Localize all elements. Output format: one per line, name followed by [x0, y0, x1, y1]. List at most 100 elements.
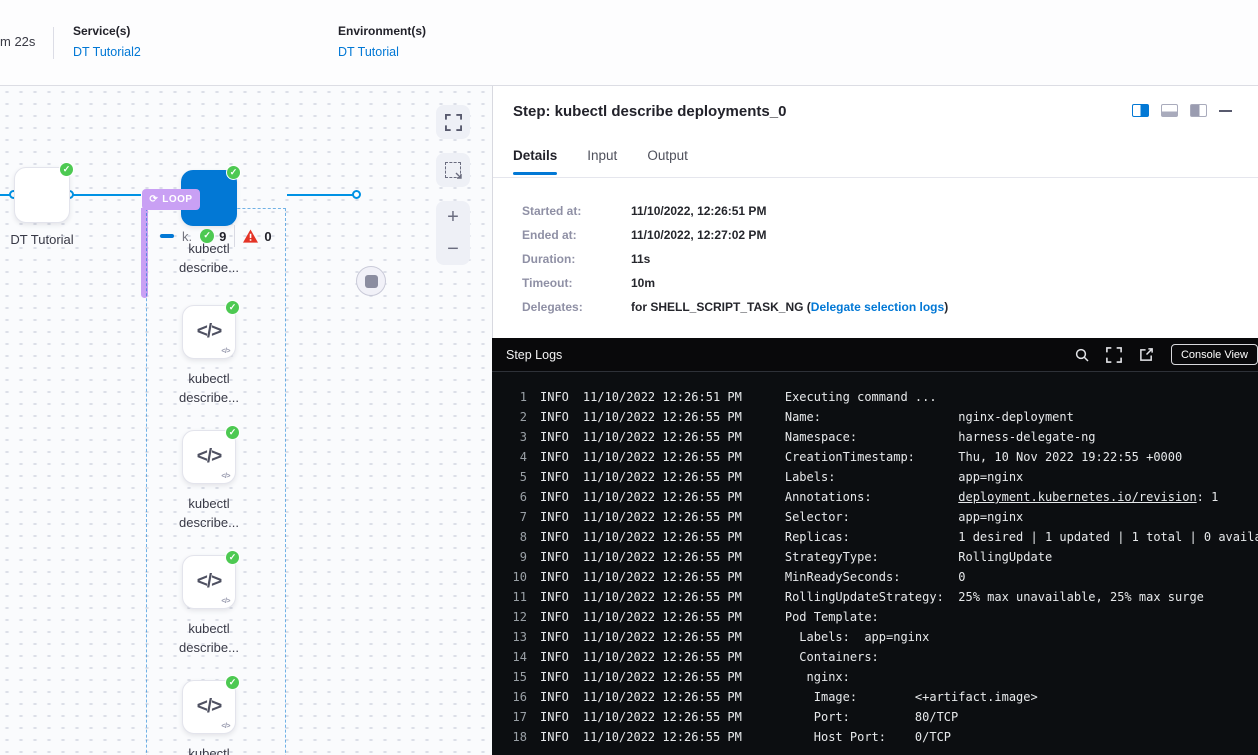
loop-group-header: k. ✓ 9 0	[160, 223, 272, 249]
edge-loop-to-end	[287, 194, 358, 196]
collapse-group-button[interactable]	[160, 234, 174, 238]
log-line: 17INFO11/10/2022 12:26:55 PM Port: 80/TC…	[505, 710, 1258, 730]
log-message: Annotations: deployment.kubernetes.io/re…	[785, 490, 1219, 504]
environment-link[interactable]: DT Tutorial	[338, 45, 426, 59]
log-link[interactable]: deployment.kubernetes.io/revision	[958, 490, 1196, 504]
service-link[interactable]: DT Tutorial2	[73, 45, 141, 59]
log-line-number: 9	[505, 550, 527, 564]
zoom-in-button[interactable]: +	[436, 201, 470, 233]
log-line-number: 3	[505, 430, 527, 444]
log-message: Selector: app=nginx	[785, 510, 1023, 524]
log-timestamp: 11/10/2022 12:26:55 PM	[583, 490, 742, 504]
log-level: INFO	[540, 590, 569, 604]
log-timestamp: 11/10/2022 12:26:55 PM	[583, 590, 742, 604]
log-message: Host Port: 0/TCP	[785, 730, 951, 744]
tab-input[interactable]: Input	[587, 148, 617, 175]
failed-count: 0	[264, 229, 271, 244]
layout-bottom-panel-icon[interactable]	[1161, 104, 1178, 117]
log-line: 15INFO11/10/2022 12:26:55 PM nginx:	[505, 670, 1258, 690]
topbar-divider	[53, 27, 54, 59]
external-link-icon	[1139, 347, 1154, 362]
stage-node-label: DT Tutorial	[0, 230, 112, 249]
log-level: INFO	[540, 470, 569, 484]
log-line-number: 10	[505, 570, 527, 584]
loop-icon: ⟳	[149, 194, 158, 205]
log-line: 11 INFO 11/10/2022 12:26:55 PM RollingUpdat…	[505, 590, 1258, 610]
log-level: INFO	[540, 410, 569, 424]
log-timestamp: 11/10/2022 12:26:55 PM	[583, 690, 742, 704]
code-icon: </>	[197, 446, 221, 468]
step-node[interactable]: ✓</></>	[182, 430, 236, 484]
detail-value: for SHELL_SCRIPT_TASK_NG (Delegate selec…	[631, 300, 948, 314]
layout-left-panel-icon[interactable]	[1190, 104, 1207, 117]
log-message: Name: nginx-deployment	[785, 410, 1074, 424]
log-fullscreen-button[interactable]	[1106, 347, 1122, 363]
success-check-icon: ✓	[225, 300, 240, 315]
canvas-zoom-controls: + −	[436, 201, 470, 265]
log-message: Pod Template:	[785, 610, 879, 624]
environments-label: Environment(s)	[338, 24, 426, 38]
log-line-number: 11	[505, 590, 527, 604]
minimize-panel-button[interactable]	[1219, 110, 1232, 112]
stop-icon	[365, 275, 378, 288]
log-level: INFO	[540, 630, 569, 644]
log-level: INFO	[540, 730, 569, 744]
log-message: Containers:	[785, 650, 879, 664]
layout-right-panel-icon[interactable]	[1132, 104, 1149, 117]
detail-label: Delegates:	[522, 300, 631, 314]
success-check-icon: ✓	[225, 550, 240, 565]
success-check-icon: ✓	[226, 165, 241, 180]
step-node[interactable]: ✓</></>	[182, 555, 236, 609]
step-node-label: kubectldescribe...	[139, 744, 279, 755]
log-line: 14INFO11/10/2022 12:26:55 PM Containers:	[505, 650, 1258, 670]
step-node[interactable]: ✓</></>	[182, 305, 236, 359]
log-timestamp: 11/10/2022 12:26:55 PM	[583, 730, 742, 744]
console-log-area[interactable]: 1INFO11/10/2022 12:26:51 PMExecuting com…	[492, 372, 1258, 755]
canvas-fullscreen-button[interactable]	[436, 105, 470, 139]
log-timestamp: 11/10/2022 12:26:55 PM	[583, 710, 742, 724]
log-line: 1INFO11/10/2022 12:26:51 PMExecuting com…	[505, 390, 1258, 410]
panel-layout-controls	[1132, 104, 1232, 117]
console-view-button[interactable]: Console View	[1171, 344, 1258, 365]
detail-value: 11/10/2022, 12:26:51 PM	[631, 204, 766, 218]
log-timestamp: 11/10/2022 12:26:55 PM	[583, 510, 742, 524]
success-check-icon: ✓	[225, 425, 240, 440]
log-message: RollingUpdateStrategy: 25% max unavailab…	[785, 590, 1204, 604]
log-timestamp: 11/10/2022 12:26:55 PM	[583, 450, 742, 464]
log-line-number: 18	[505, 730, 527, 744]
log-message: Image: <+artifact.image>	[785, 690, 1038, 704]
log-search-button[interactable]	[1075, 348, 1089, 362]
log-message: MinReadySeconds: 0	[785, 570, 966, 584]
step-node-label: kubectldescribe...	[139, 494, 279, 532]
zoom-out-button[interactable]: −	[436, 233, 470, 265]
step-detail-fields: Started at:11/10/2022, 12:26:51 PMEnded …	[522, 199, 948, 319]
log-line: 9INFO11/10/2022 12:26:55 PMStrategyType:…	[505, 550, 1258, 570]
log-level: INFO	[540, 390, 569, 404]
open-in-new-tab-button[interactable]	[1139, 347, 1154, 362]
step-node[interactable]: ✓</></>	[182, 680, 236, 734]
tab-output[interactable]: Output	[647, 148, 688, 175]
log-message: Namespace: harness-delegate-ng	[785, 430, 1096, 444]
step-logs-title: Step Logs	[506, 348, 562, 362]
log-timestamp: 11/10/2022 12:26:55 PM	[583, 470, 742, 484]
log-timestamp: 11/10/2022 12:26:55 PM	[583, 650, 742, 664]
pipeline-end-node[interactable]	[356, 266, 386, 296]
tab-details[interactable]: Details	[513, 148, 557, 175]
success-count: 9	[219, 229, 226, 244]
delegate-selection-logs-link[interactable]: Delegate selection logs	[811, 300, 944, 314]
elapsed-duration: m 22s	[0, 34, 35, 49]
log-level: INFO	[540, 450, 569, 464]
log-level: INFO	[540, 670, 569, 684]
detail-label: Ended at:	[522, 228, 631, 242]
fullscreen-icon	[445, 114, 462, 131]
pipeline-graph-canvas[interactable]: ✓ DT Tutorial ⟳ LOOP k. ✓ 9 0 ✓	[0, 86, 492, 755]
services-block: Service(s) DT Tutorial2	[73, 24, 141, 59]
execution-topbar: m 22s Service(s) DT Tutorial2 Environmen…	[0, 0, 1258, 86]
log-level: INFO	[540, 610, 569, 624]
log-line: 13INFO11/10/2022 12:26:55 PM Labels: app…	[505, 630, 1258, 650]
log-line: 16INFO11/10/2022 12:26:55 PM Image: <+ar…	[505, 690, 1258, 710]
canvas-fit-selection-button[interactable]	[436, 153, 470, 187]
step-node-label: kubectldescribe...	[139, 369, 279, 407]
step-node-label: kubectldescribe...	[139, 619, 279, 657]
stage-node-dt-tutorial[interactable]: ✓	[14, 167, 70, 223]
